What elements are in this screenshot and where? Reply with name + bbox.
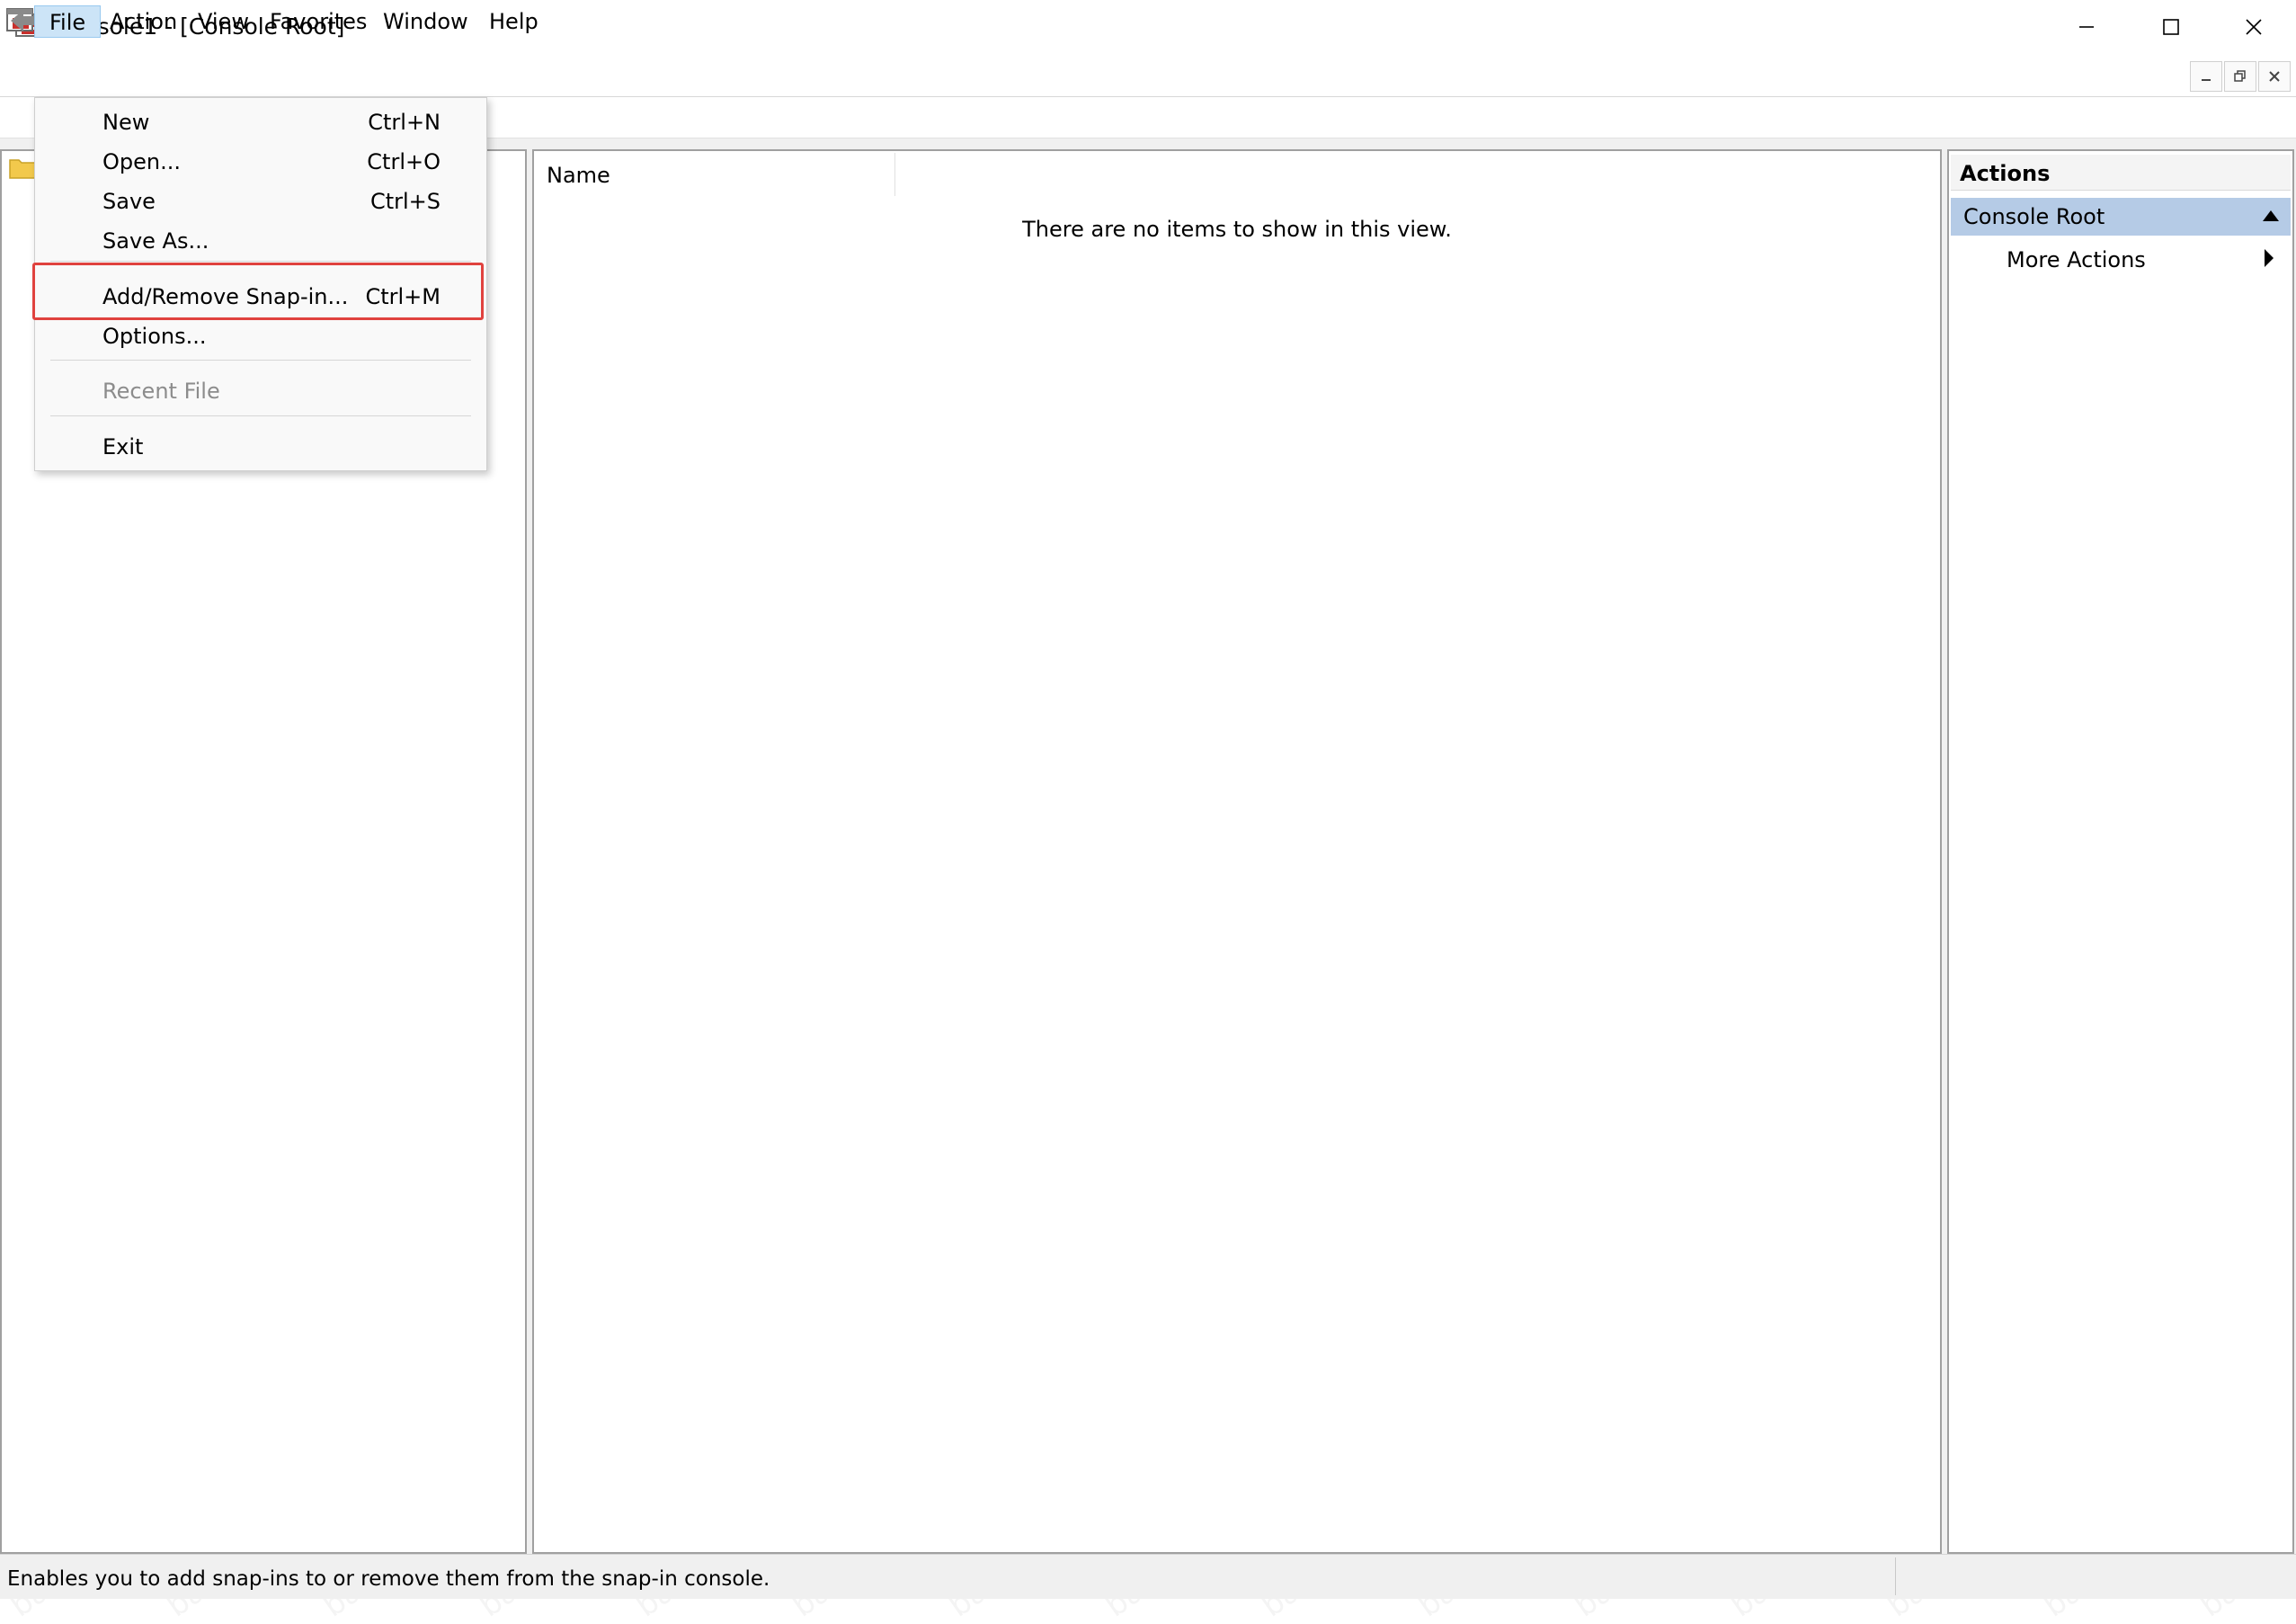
folder-icon[interactable]: [9, 155, 36, 180]
child-close-button[interactable]: [2258, 61, 2291, 92]
minimize-icon: [2079, 26, 2094, 28]
close-icon: [2269, 71, 2280, 82]
menu-view[interactable]: View: [183, 5, 263, 38]
column-name-label: Name: [547, 163, 610, 188]
actions-section-label: Console Root: [1963, 204, 2105, 229]
more-actions-item[interactable]: More Actions: [2007, 245, 2146, 275]
close-icon: [2246, 19, 2262, 35]
menu-item-exit[interactable]: Exit: [102, 432, 143, 462]
shortcut-new: Ctrl+N: [368, 110, 441, 135]
back-arrow-icon[interactable]: [7, 5, 38, 36]
status-text: Enables you to add snap-ins to or remove…: [7, 1567, 770, 1591]
menu-item-open[interactable]: Open...: [102, 147, 181, 177]
menu-separator: [50, 360, 471, 361]
collapse-up-icon[interactable]: [2262, 209, 2280, 221]
restore-icon: [2234, 70, 2246, 82]
menu-item-options[interactable]: Options...: [102, 321, 207, 352]
menu-bar: [0, 56, 2296, 97]
child-restore-button[interactable]: [2224, 61, 2256, 92]
menu-item-save-as[interactable]: Save As...: [102, 226, 209, 256]
empty-view-message: There are no items to show in this view.: [1022, 217, 1452, 242]
minimize-button[interactable]: [2044, 0, 2129, 54]
maximize-icon: [2163, 19, 2179, 35]
menu-window[interactable]: Window: [369, 5, 483, 38]
menu-separator: [50, 415, 471, 416]
menu-item-save[interactable]: Save: [102, 186, 156, 217]
menu-help[interactable]: Help: [475, 5, 553, 38]
shortcut-open: Ctrl+O: [367, 149, 441, 174]
minimize-icon: [2202, 79, 2211, 81]
shortcut-save: Ctrl+S: [369, 189, 441, 214]
child-minimize-button[interactable]: [2190, 61, 2222, 92]
maximize-button[interactable]: [2129, 0, 2213, 54]
status-divider: [1895, 1557, 1896, 1595]
menu-action[interactable]: Action: [95, 5, 191, 38]
menu-item-recent-file: Recent File: [102, 379, 220, 404]
highlight-box: [32, 263, 484, 320]
close-button[interactable]: [2211, 0, 2296, 54]
results-pane[interactable]: [532, 149, 1942, 1554]
actions-title: Actions: [1960, 161, 2051, 186]
actions-pane: [1947, 149, 2294, 1554]
menu-file[interactable]: File: [34, 5, 102, 38]
menu-favorites[interactable]: Favorites: [255, 5, 381, 38]
menu-item-new[interactable]: New: [102, 107, 149, 138]
chevron-right-icon: [2264, 248, 2274, 268]
menu-separator: [50, 261, 471, 262]
